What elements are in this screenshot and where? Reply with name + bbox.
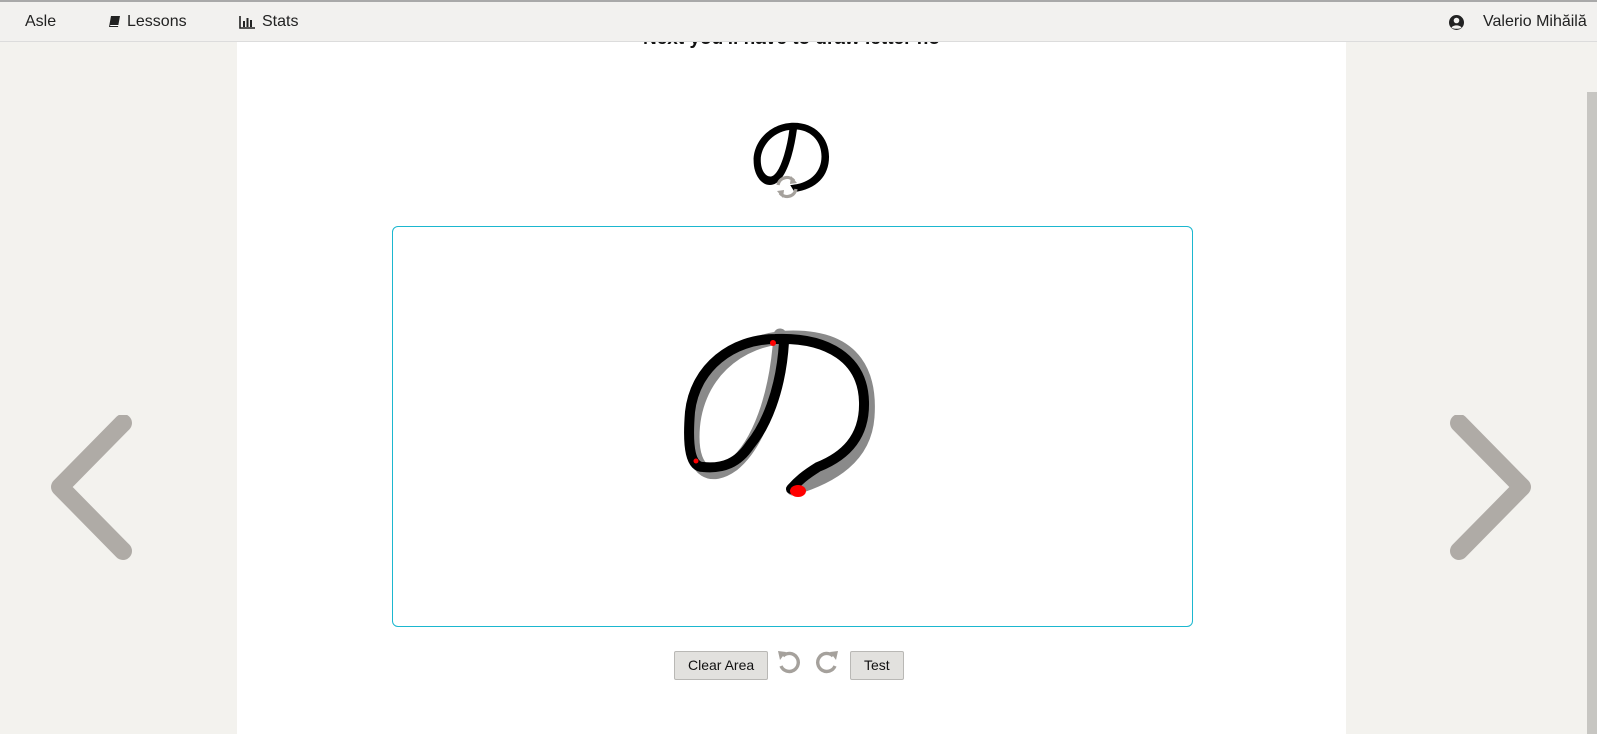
next-letter-button[interactable] — [1442, 414, 1532, 560]
clear-area-button[interactable]: Clear Area — [674, 651, 769, 680]
drawing-strokes — [684, 328, 875, 497]
top-navbar: Asle Lessons Stats Valerio Mihăilă — [0, 0, 1597, 42]
nav-stats-label: Stats — [262, 13, 299, 30]
exercise-panel: Next you'll have to draw letter no の — [237, 28, 1346, 734]
nav-lessons-label: Lessons — [127, 13, 187, 30]
user-menu[interactable]: Valerio Mihăilă — [1448, 2, 1587, 42]
book-icon — [108, 15, 121, 29]
page-scrollbar[interactable] — [1587, 42, 1597, 734]
undo-icon[interactable] — [776, 649, 802, 675]
scrollbar-thumb[interactable] — [1587, 92, 1597, 734]
nav-stats[interactable]: Stats — [239, 2, 298, 42]
refresh-icon[interactable] — [774, 174, 800, 200]
chevron-left-icon — [51, 414, 132, 560]
test-button[interactable]: Test — [850, 651, 904, 680]
brand-label: Asle — [25, 13, 57, 30]
user-circle-icon — [1448, 14, 1465, 31]
chevron-right-icon — [1450, 414, 1531, 560]
prev-letter-button[interactable] — [50, 414, 140, 560]
bar-chart-icon — [239, 15, 256, 29]
brand-link[interactable]: Asle — [25, 2, 56, 42]
nav-lessons[interactable]: Lessons — [108, 2, 187, 42]
drawing-canvas[interactable] — [392, 226, 1193, 627]
redo-icon[interactable] — [814, 649, 840, 675]
user-name: Valerio Mihăilă — [1483, 13, 1587, 30]
